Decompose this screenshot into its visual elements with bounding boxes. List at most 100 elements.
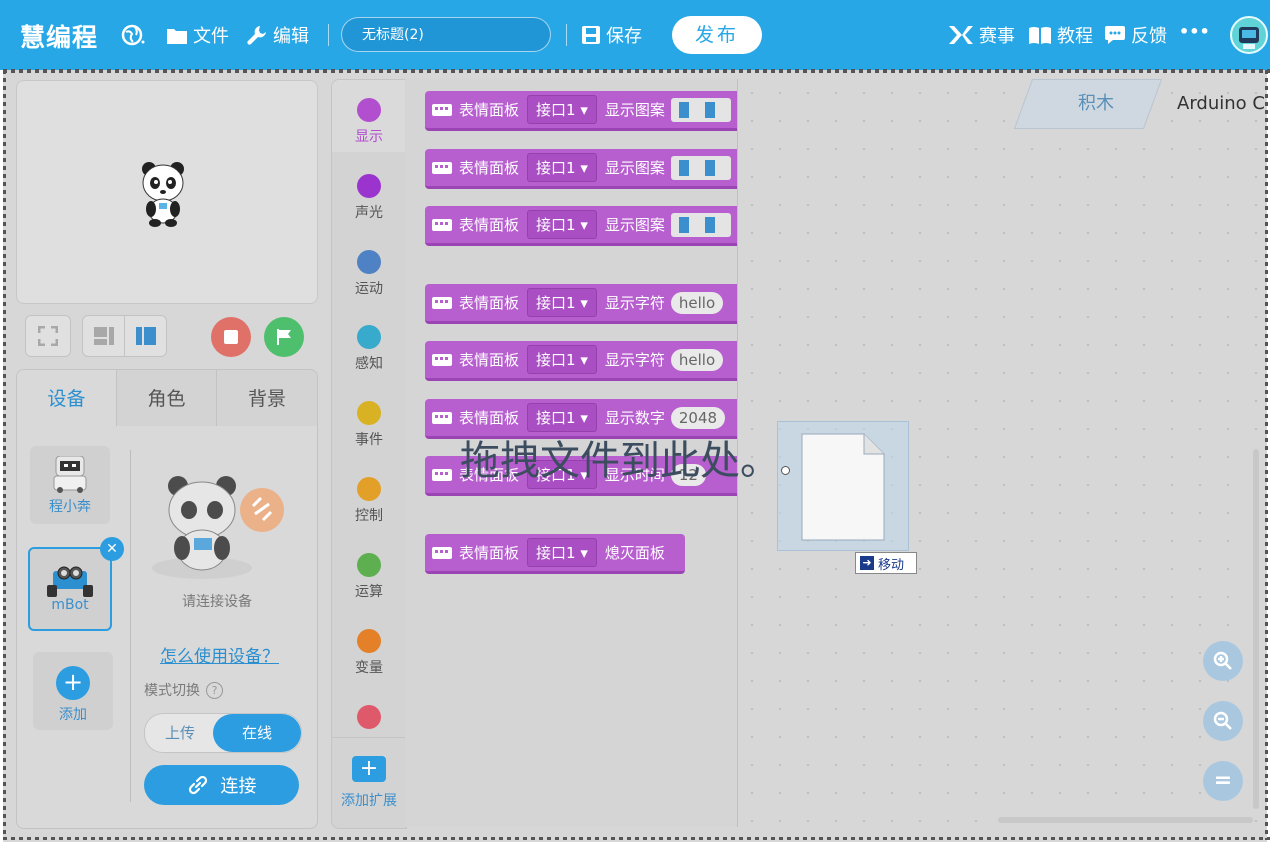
zoom-out-button[interactable] xyxy=(1203,701,1243,741)
port-dropdown[interactable]: 接口1 ▾ xyxy=(527,210,597,239)
pattern-picker[interactable] xyxy=(670,155,731,180)
tab-arduino-c[interactable]: Arduino C xyxy=(1177,79,1265,129)
mode-online-option[interactable]: 在线 xyxy=(213,714,301,752)
panda-sprite-icon[interactable] xyxy=(139,159,189,227)
block-item[interactable]: 表情面板 接口1 ▾ 显示图案 xyxy=(425,149,737,189)
block-item[interactable]: 表情面板 接口1 ▾ 显示字符 hello xyxy=(425,284,737,324)
block-argument-input[interactable]: hello xyxy=(670,291,724,314)
project-title-input[interactable]: 无标题(2) xyxy=(341,17,551,52)
edit-menu[interactable]: 编辑 xyxy=(247,22,309,48)
large-stage-icon xyxy=(136,327,156,345)
zoom-reset-button[interactable]: = xyxy=(1203,761,1243,801)
mode-upload-option[interactable]: 上传 xyxy=(145,714,215,752)
category-label: 控制 xyxy=(355,508,383,524)
more-menu-button[interactable]: ••• xyxy=(1179,22,1210,41)
file-menu[interactable]: 文件 xyxy=(167,22,229,48)
run-flag-button[interactable] xyxy=(264,317,304,357)
zoom-out-icon xyxy=(1213,711,1232,730)
codey-robot-icon xyxy=(53,455,87,493)
category-variables[interactable]: 变量 xyxy=(332,611,406,683)
publish-button[interactable]: 发布 xyxy=(672,16,762,54)
block-name: 表情面板 xyxy=(459,351,520,369)
pattern-picker[interactable] xyxy=(670,97,731,122)
category-events[interactable]: 事件 xyxy=(332,383,406,455)
tutorials-link[interactable]: 教程 xyxy=(1029,22,1093,48)
fullscreen-button[interactable] xyxy=(25,315,71,357)
connect-button[interactable]: 连接 xyxy=(144,765,299,805)
large-stage-layout-button[interactable] xyxy=(125,316,166,356)
remove-device-button[interactable]: ✕ xyxy=(100,537,124,561)
folder-icon xyxy=(167,28,187,44)
add-extension-button[interactable]: + 添加扩展 xyxy=(332,737,406,828)
category-operators[interactable]: 运算 xyxy=(332,535,406,607)
tab-blocks-label: 积木 xyxy=(1078,93,1114,114)
led-panel-icon xyxy=(432,411,452,424)
pattern-picker[interactable] xyxy=(670,212,731,237)
device-card-mbot[interactable]: mBot ✕ xyxy=(28,537,124,631)
green-flag-icon xyxy=(277,329,291,345)
category-sound-light[interactable]: 声光 xyxy=(332,156,406,228)
category-dot xyxy=(357,174,381,198)
feedback-link[interactable]: 反馈 xyxy=(1105,22,1167,48)
block-item[interactable]: 表情面板 接口1 ▾ 熄灭面板 xyxy=(425,534,685,574)
save-button[interactable]: 保存 xyxy=(582,22,642,48)
toolbar-divider xyxy=(328,24,329,46)
stop-button[interactable] xyxy=(211,317,251,357)
chat-icon xyxy=(1105,26,1125,44)
tab-sprites[interactable]: 角色 xyxy=(117,370,217,426)
category-sensing[interactable]: 感知 xyxy=(332,307,406,379)
category-label: 变量 xyxy=(355,660,383,676)
led-panel-icon xyxy=(432,353,452,366)
category-control[interactable]: 控制 xyxy=(332,459,406,531)
app-logo[interactable]: 慧编程 xyxy=(20,18,98,54)
device-name: 程小奔 xyxy=(49,499,91,515)
block-item[interactable]: 表情面板 接口1 ▾ 显示图案 xyxy=(425,91,737,131)
top-bar: 慧编程 文件 编辑 无标题(2) 保存 发布 赛事 教程 反馈 ••• xyxy=(0,0,1270,70)
category-my-blocks[interactable] xyxy=(332,687,406,737)
drop-zone-border xyxy=(1265,70,1268,840)
feedback-label: 反馈 xyxy=(1131,26,1167,47)
led-panel-icon xyxy=(432,218,452,231)
tab-devices[interactable]: 设备 xyxy=(17,370,117,426)
block-action: 显示字符 xyxy=(604,351,665,369)
language-globe-icon[interactable] xyxy=(121,23,147,51)
port-dropdown[interactable]: 接口1 ▾ xyxy=(527,345,597,374)
block-item[interactable]: 表情面板 接口1 ▾ 显示字符 hello xyxy=(425,341,737,381)
caret-down-icon: ▾ xyxy=(575,351,588,369)
pattern-preview-icon xyxy=(678,216,689,233)
tab-backgrounds[interactable]: 背景 xyxy=(217,370,317,426)
port-dropdown[interactable]: 接口1 ▾ xyxy=(527,288,597,317)
mode-switch-label: 模式切换 ? xyxy=(144,680,223,700)
connect-device-hint: 请连接设备 xyxy=(182,594,252,610)
help-icon[interactable]: ? xyxy=(206,681,223,699)
events-link[interactable]: 赛事 xyxy=(949,22,1015,48)
how-to-use-device-link[interactable]: 怎么使用设备？ xyxy=(160,642,279,667)
vertical-scrollbar[interactable] xyxy=(1253,449,1259,809)
events-label: 赛事 xyxy=(979,26,1015,47)
block-action: 显示图案 xyxy=(604,216,665,234)
horizontal-scrollbar[interactable] xyxy=(998,817,1253,823)
stage[interactable] xyxy=(16,80,318,304)
port-dropdown[interactable]: 接口1 ▾ xyxy=(527,95,597,124)
device-card-codey[interactable]: 程小奔 xyxy=(30,446,110,524)
layout-toggle xyxy=(82,315,167,357)
zoom-in-button[interactable] xyxy=(1203,641,1243,681)
block-argument-input[interactable]: 2048 xyxy=(670,406,726,429)
small-stage-icon xyxy=(94,327,114,345)
category-display[interactable]: 显示 xyxy=(332,80,406,152)
add-device-button[interactable]: + 添加 xyxy=(33,652,113,730)
pattern-preview-icon xyxy=(678,101,689,118)
category-dot xyxy=(357,401,381,425)
port-dropdown[interactable]: 接口1 ▾ xyxy=(527,538,597,567)
drop-zone-border xyxy=(3,837,1270,840)
dragged-file-ghost xyxy=(777,421,909,551)
block-item[interactable]: 表情面板 接口1 ▾ 显示图案 xyxy=(425,206,737,246)
block-argument-input[interactable]: hello xyxy=(670,348,724,371)
zoom-in-icon xyxy=(1213,651,1232,670)
category-motion[interactable]: 运动 xyxy=(332,232,406,304)
port-dropdown[interactable]: 接口1 ▾ xyxy=(527,153,597,182)
user-avatar[interactable] xyxy=(1230,16,1268,54)
category-dot xyxy=(357,705,381,729)
small-stage-layout-button[interactable] xyxy=(83,316,125,356)
block-name: 表情面板 xyxy=(459,544,520,562)
